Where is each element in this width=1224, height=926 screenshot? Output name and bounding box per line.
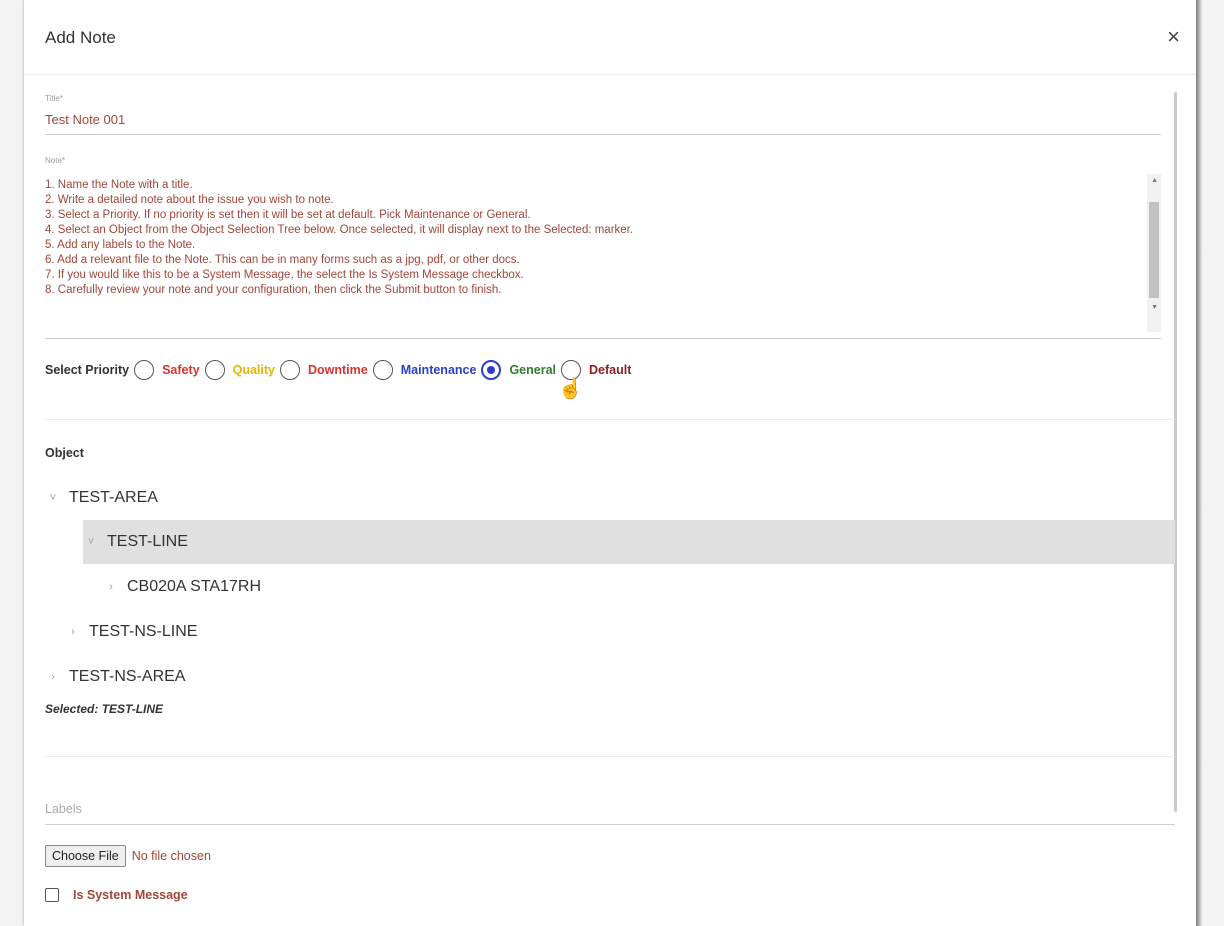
tree-node-label: CB020A STA17RH (127, 578, 261, 595)
priority-radio-maintenance[interactable] (372, 360, 393, 380)
add-note-dialog: Add Note × Title* Test Note 001 Note* 1.… (24, 0, 1196, 926)
file-status: No file chosen (131, 849, 211, 863)
priority-radio-quality[interactable] (204, 360, 225, 380)
chevron-down-icon[interactable]: ˅ (45, 492, 61, 504)
note-scrollbar-thumb[interactable] (1149, 202, 1159, 298)
dialog-scrollbar[interactable] (1174, 92, 1177, 812)
dialog-body: Title* Test Note 001 Note* 1. Name the N… (24, 74, 1196, 926)
tree-node-test-ns-line[interactable]: › TEST-NS-LINE (65, 610, 1175, 654)
tree-node-test-ns-area[interactable]: › TEST-NS-AREA (45, 655, 1175, 699)
dialog-header: Add Note × (24, 0, 1196, 75)
section-divider (45, 756, 1175, 757)
priority-option-safety[interactable]: Safety (162, 363, 200, 377)
chevron-right-icon[interactable]: › (45, 671, 61, 683)
tree-node-label: TEST-NS-LINE (89, 623, 198, 640)
note-textarea[interactable]: 1. Name the Note with a title. 2. Write a… (45, 170, 1161, 339)
note-line: 5. Add any labels to the Note. (45, 239, 196, 251)
note-field-label: Note* (45, 156, 66, 165)
tree-node-test-line[interactable]: ˅ TEST-LINE (83, 520, 1175, 564)
hand-cursor-icon: ☝ (558, 378, 583, 400)
note-line: 3. Select a Priority. If no priority is … (45, 209, 531, 221)
tree-node-test-area[interactable]: ˅ TEST-AREA (45, 476, 1175, 520)
title-input[interactable]: Test Note 001 (45, 112, 125, 127)
priority-radio-safety[interactable] (134, 360, 155, 380)
note-line: 7. If you would like this to be a System… (45, 269, 524, 281)
priority-option-quality[interactable]: Quality (233, 363, 275, 377)
file-upload: Choose File No file chosen (45, 845, 211, 867)
tree-node-label: TEST-NS-AREA (69, 668, 186, 685)
window-edge-shadow (1196, 0, 1202, 926)
note-line: 8. Carefully review your note and your c… (45, 284, 502, 296)
labels-placeholder: Labels (45, 802, 82, 816)
choose-file-button[interactable]: Choose File (45, 845, 126, 867)
note-line: 6. Add a relevant file to the Note. This… (45, 254, 520, 266)
section-divider (45, 419, 1175, 420)
priority-option-default[interactable]: Default (589, 363, 631, 377)
object-section-label: Object (45, 446, 84, 460)
priority-option-general[interactable]: General (509, 363, 556, 377)
priority-label: Select Priority (45, 363, 130, 377)
title-field-label: Title* (45, 94, 63, 103)
labels-input[interactable]: Labels (45, 798, 1175, 825)
note-text: 1. Name the Note with a title. 2. Write a… (45, 178, 1135, 298)
chevron-right-icon[interactable]: › (65, 626, 81, 638)
chevron-right-icon[interactable]: › (103, 581, 119, 593)
chevron-down-icon[interactable]: ˅ (83, 536, 99, 548)
close-icon[interactable]: × (1167, 26, 1180, 48)
note-line: 1. Name the Note with a title. (45, 179, 193, 191)
system-message-label: Is System Message (73, 888, 188, 902)
tree-node-label: TEST-LINE (107, 533, 188, 550)
selected-object-text: Selected: TEST-LINE (45, 702, 164, 716)
tree-node-cb020a-sta17rh[interactable]: › CB020A STA17RH (83, 565, 1175, 609)
note-line: 2. Write a detailed note about the issue… (45, 194, 334, 206)
system-message-option[interactable]: Is System Message (45, 888, 188, 902)
tree-node-label: TEST-AREA (69, 489, 158, 506)
priority-radio-general[interactable] (481, 360, 502, 380)
dialog-title: Add Note (45, 28, 116, 47)
scroll-down-icon[interactable]: ▼ (1151, 304, 1158, 312)
note-line: 4. Select an Object from the Object Sele… (45, 224, 634, 236)
note-scrollbar[interactable]: ▲ ▼ (1147, 174, 1161, 332)
system-message-checkbox[interactable] (45, 888, 59, 902)
priority-selector: Select Priority Safety Quality Downtime Mai… (45, 358, 634, 382)
priority-option-maintenance[interactable]: Maintenance (401, 363, 477, 377)
title-underline (45, 134, 1161, 135)
priority-radio-downtime[interactable] (279, 360, 300, 380)
scroll-up-icon[interactable]: ▲ (1151, 177, 1158, 185)
priority-option-downtime[interactable]: Downtime (308, 363, 368, 377)
